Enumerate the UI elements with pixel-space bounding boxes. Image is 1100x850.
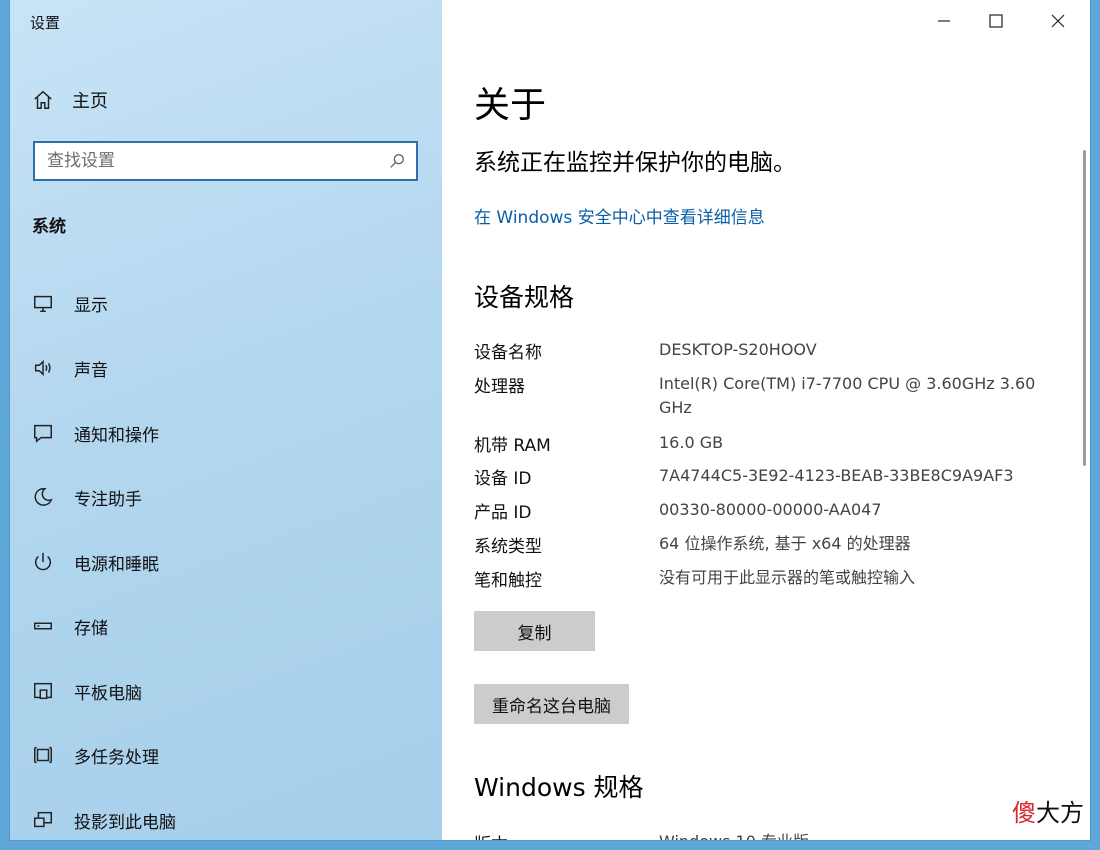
spec-value: Intel(R) Core(TM) i7-7700 CPU @ 3.60GHz … xyxy=(659,374,1036,417)
sidebar-item-tablet[interactable]: 平板电脑 xyxy=(32,676,142,706)
multitask-icon xyxy=(32,744,54,766)
moon-icon xyxy=(32,486,54,508)
spec-row-device-name: 设备名称 DESKTOP-S20HOOV xyxy=(474,338,1074,363)
speaker-icon xyxy=(32,357,54,379)
spec-key: 设备 ID xyxy=(474,469,532,489)
sidebar-item-multitasking[interactable]: 多任务处理 xyxy=(32,740,159,770)
sidebar-item-label: 多任务处理 xyxy=(74,747,159,768)
settings-window: 设置 主页 系统 显示 声音 xyxy=(10,0,1090,840)
tablet-icon xyxy=(32,680,54,702)
sidebar: 设置 主页 系统 显示 声音 xyxy=(10,0,442,840)
monitor-icon xyxy=(32,292,54,314)
minimize-icon xyxy=(936,13,952,33)
security-center-link[interactable]: 在 Windows 安全中心中查看详细信息 xyxy=(474,203,765,228)
security-status: 系统正在监控并保护你的电脑。 xyxy=(474,150,796,176)
storage-icon xyxy=(32,615,54,637)
windows-specs-heading: Windows 规格 xyxy=(474,773,644,802)
spec-row-ram: 机带 RAM 16.0 GB xyxy=(474,431,1074,456)
main-content: 关于 系统正在监控并保护你的电脑。 在 Windows 安全中心中查看详细信息 … xyxy=(442,0,1090,840)
sidebar-item-sound[interactable]: 声音 xyxy=(32,353,108,383)
spec-row-device-id: 设备 ID 7A4744C5-3E92-4123-BEAB-33BE8C9A9A… xyxy=(474,464,1074,489)
sidebar-item-project[interactable]: 投影到此电脑 xyxy=(32,805,176,835)
project-icon xyxy=(32,809,54,831)
spec-row-pen-touch: 笔和触控 没有可用于此显示器的笔或触控输入 xyxy=(474,566,1074,591)
sidebar-item-display[interactable]: 显示 xyxy=(32,288,108,318)
notification-icon xyxy=(32,422,54,444)
sidebar-item-label: 专注助手 xyxy=(74,489,142,510)
spec-key: 版本 xyxy=(474,830,659,840)
search-box[interactable] xyxy=(33,141,418,181)
scrollbar[interactable] xyxy=(1083,150,1086,466)
page-title: 关于 xyxy=(474,85,547,126)
home-icon xyxy=(32,89,54,111)
copy-button[interactable]: 复制 xyxy=(474,611,595,651)
spec-value: 7A4744C5-3E92-4123-BEAB-33BE8C9A9AF3 xyxy=(659,466,1014,485)
sidebar-item-label: 主页 xyxy=(72,91,108,112)
spec-row-edition: 版本 Windows 10 专业版 xyxy=(474,830,1074,840)
spec-value: DESKTOP-S20HOOV xyxy=(659,340,817,359)
sidebar-item-notifications[interactable]: 通知和操作 xyxy=(32,418,159,448)
spec-row-system-type: 系统类型 64 位操作系统, 基于 x64 的处理器 xyxy=(474,532,1074,557)
sidebar-item-label: 平板电脑 xyxy=(74,683,142,704)
spec-key: 系统类型 xyxy=(474,537,542,557)
spec-key: 设备名称 xyxy=(474,343,542,363)
sidebar-item-label: 通知和操作 xyxy=(74,425,159,446)
sidebar-item-label: 声音 xyxy=(74,360,108,381)
section-title: 系统 xyxy=(32,217,66,237)
sidebar-item-home[interactable]: 主页 xyxy=(32,86,108,114)
maximize-button[interactable] xyxy=(974,6,1018,40)
sidebar-item-label: 电源和睡眠 xyxy=(74,554,159,575)
spec-value: 64 位操作系统, 基于 x64 的处理器 xyxy=(659,534,911,553)
sidebar-item-power-sleep[interactable]: 电源和睡眠 xyxy=(32,547,159,577)
spec-value: Windows 10 专业版 xyxy=(659,830,1059,840)
minimize-button[interactable] xyxy=(922,6,966,40)
spec-key: 产品 ID xyxy=(474,503,532,523)
spec-row-processor: 处理器 Intel(R) Core(TM) i7-7700 CPU @ 3.60… xyxy=(474,372,1074,420)
maximize-icon xyxy=(988,13,1004,33)
watermark-text: 大方 xyxy=(1036,799,1084,827)
sidebar-item-focus-assist[interactable]: 专注助手 xyxy=(32,482,142,512)
sidebar-item-label: 存储 xyxy=(74,618,108,639)
close-icon xyxy=(1050,13,1066,33)
app-title: 设置 xyxy=(30,14,61,32)
rename-pc-button[interactable]: 重命名这台电脑 xyxy=(474,684,629,724)
device-specs-heading: 设备规格 xyxy=(474,283,575,312)
spec-key: 处理器 xyxy=(474,377,525,397)
close-button[interactable] xyxy=(1036,6,1080,40)
spec-key: 机带 RAM xyxy=(474,436,551,456)
watermark-mark: 傻 xyxy=(1012,799,1036,827)
sidebar-item-label: 显示 xyxy=(74,295,108,316)
sidebar-item-label: 投影到此电脑 xyxy=(74,812,176,833)
spec-value: 没有可用于此显示器的笔或触控输入 xyxy=(659,568,916,587)
spec-value: 16.0 GB xyxy=(659,433,724,452)
spec-row-product-id: 产品 ID 00330-80000-00000-AA047 xyxy=(474,498,1074,523)
spec-value: 00330-80000-00000-AA047 xyxy=(659,500,882,519)
watermark: 傻大方 xyxy=(1012,793,1084,828)
power-icon xyxy=(32,551,54,573)
sidebar-item-storage[interactable]: 存储 xyxy=(32,611,108,641)
search-input[interactable] xyxy=(35,143,377,179)
search-icon[interactable] xyxy=(388,152,406,170)
spec-key: 笔和触控 xyxy=(474,571,542,591)
